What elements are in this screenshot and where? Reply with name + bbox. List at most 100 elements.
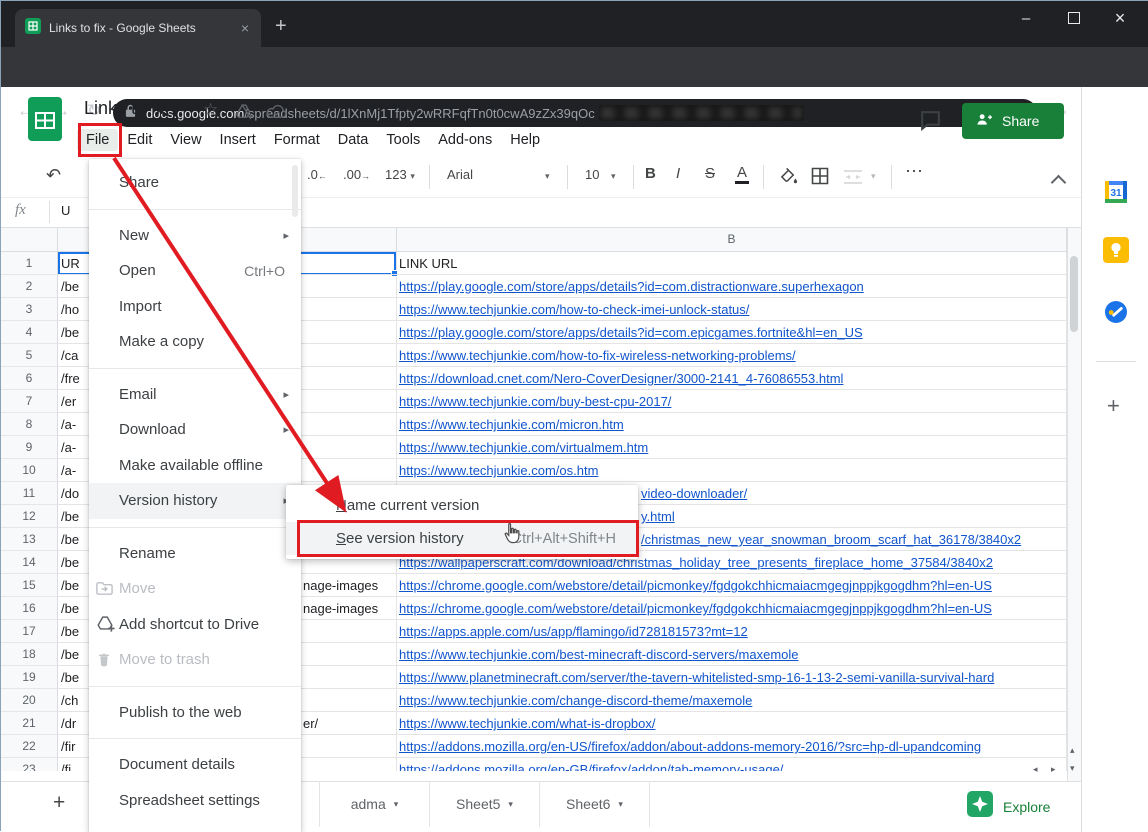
cell-a-fragment[interactable]: /be <box>61 321 89 344</box>
cell-a-fragment[interactable]: /be <box>61 574 89 597</box>
comment-icon[interactable] <box>918 108 943 138</box>
cell-b-link[interactable]: video-downloader/ <box>641 482 1066 505</box>
cell-a-fragment[interactable]: /do <box>61 482 89 505</box>
cell-b-link[interactable]: https://www.techjunkie.com/micron.htm <box>399 413 1066 436</box>
file-menu-item-download[interactable]: Download▸ <box>89 412 301 448</box>
cell-b-link[interactable]: https://chrome.google.com/webstore/detai… <box>399 574 1066 597</box>
row-number[interactable]: 9 <box>1 436 58 459</box>
scroll-down-icon[interactable]: ▾ <box>1070 763 1075 774</box>
strikethrough-button[interactable]: S <box>705 165 715 182</box>
font-size-caret-icon[interactable]: ▾ <box>611 171 616 182</box>
sheet-tab-adma[interactable]: adma▾ <box>319 781 430 827</box>
menu-insert[interactable]: Insert <box>211 129 265 151</box>
window-minimize-button[interactable]: – <box>1009 1 1043 35</box>
calendar-icon[interactable]: 31 <box>1103 179 1129 210</box>
scroll-right-icon[interactable]: ▸ <box>1051 764 1056 775</box>
file-menu-item-make-a-copy[interactable]: Make a copy <box>89 324 301 360</box>
row-number[interactable]: 16 <box>1 597 58 620</box>
cell-a-fragment[interactable]: /a- <box>61 413 89 436</box>
cell-b-link[interactable]: /christmas_new_year_snowman_broom_scarf_… <box>641 528 1066 551</box>
file-menu-item-share[interactable]: Share <box>89 165 301 201</box>
file-menu-item-version-history[interactable]: Version history▸ <box>89 483 301 519</box>
cell-b-link[interactable]: https://www.techjunkie.com/how-to-fix-wi… <box>399 344 1066 367</box>
cell-b-link[interactable]: https://apps.apple.com/us/app/flamingo/i… <box>399 620 1066 643</box>
column-b-header[interactable]: B <box>396 228 1067 252</box>
cell-b-link[interactable]: https://www.techjunkie.com/best-minecraf… <box>399 643 1066 666</box>
row-number[interactable]: 14 <box>1 551 58 574</box>
cell-a-fragment[interactable]: /be <box>61 528 89 551</box>
cell-a-fragment[interactable]: /fir <box>61 735 89 758</box>
cell-a-fragment[interactable]: /ho <box>61 298 89 321</box>
cell-b-link[interactable]: https://download.cnet.com/Nero-CoverDesi… <box>399 367 1066 390</box>
italic-button[interactable]: I <box>676 165 680 182</box>
font-family-select[interactable]: Arial <box>447 167 473 182</box>
star-document-icon[interactable]: ☆ <box>203 100 218 120</box>
window-close-button[interactable]: × <box>1103 1 1137 35</box>
scroll-left-icon[interactable]: ◂ <box>1033 764 1038 775</box>
row-number[interactable]: 15 <box>1 574 58 597</box>
sheet-tab-sheet6[interactable]: Sheet6▾ <box>540 781 650 827</box>
text-color-button[interactable]: A <box>735 164 749 184</box>
keep-icon[interactable] <box>1103 237 1129 268</box>
menu-help[interactable]: Help <box>501 129 549 151</box>
cell-a-fragment[interactable]: /a- <box>61 459 89 482</box>
cell-b-link[interactable]: https://www.techjunkie.com/os.htm <box>399 459 1066 482</box>
cell-b-link[interactable]: https://play.google.com/store/apps/detai… <box>399 275 1066 298</box>
sheets-logo-icon[interactable] <box>27 96 63 147</box>
cell-b-link[interactable]: https://www.techjunkie.com/change-discor… <box>399 689 1066 712</box>
cell-b-link[interactable]: https://www.techjunkie.com/how-to-check-… <box>399 298 1066 321</box>
file-menu-item-email[interactable]: Email▸ <box>89 377 301 413</box>
cell-b-link[interactable]: https://www.techjunkie.com/what-is-dropb… <box>399 712 1066 735</box>
browser-tab[interactable]: Links to fix - Google Sheets × <box>15 9 261 47</box>
file-menu-item-spreadsheet-settings[interactable]: Spreadsheet settings <box>89 783 301 819</box>
cell-b-link[interactable]: https://www.techjunkie.com/buy-best-cpu-… <box>399 390 1066 413</box>
file-menu-item-publish-to-the-web[interactable]: Publish to the web <box>89 695 301 731</box>
tab-close-icon[interactable]: × <box>239 20 251 36</box>
row-number[interactable]: 21 <box>1 712 58 735</box>
row-number[interactable]: 17 <box>1 620 58 643</box>
file-menu-item-open[interactable]: OpenCtrl+O <box>89 253 301 289</box>
cell-a-fragment[interactable]: /be <box>61 643 89 666</box>
row-number[interactable]: 19 <box>1 666 58 689</box>
more-toolbar-icon[interactable]: ⋯ <box>905 161 923 182</box>
cell-b-link[interactable]: https://play.google.com/store/apps/detai… <box>399 321 1066 344</box>
row-number[interactable]: 13 <box>1 528 58 551</box>
number-format-button[interactable]: 123 ▾ <box>385 167 415 182</box>
share-button[interactable]: Share <box>962 103 1064 139</box>
cell-b-link[interactable]: https://addons.mozilla.org/en-US/firefox… <box>399 735 1066 758</box>
cell-a-fragment[interactable]: /fi <box>61 758 89 771</box>
cell-a-fragment[interactable]: /ca <box>61 344 89 367</box>
cell-a-fragment[interactable]: /be <box>61 275 89 298</box>
collapse-toolbar-icon[interactable] <box>1051 175 1067 191</box>
cell-b-link[interactable]: https://www.planetminecraft.com/server/t… <box>399 666 1066 689</box>
file-menu-item-new[interactable]: New▸ <box>89 218 301 254</box>
cell-a-fragment[interactable]: /er <box>61 390 89 413</box>
cell-b-link[interactable]: https://addons.mozilla.org/en-GB/firefox… <box>399 758 1066 771</box>
menu-view[interactable]: View <box>161 129 210 151</box>
row-number[interactable]: 23 <box>1 758 58 771</box>
row-number[interactable]: 10 <box>1 459 58 482</box>
row-number[interactable]: 1 <box>1 252 58 275</box>
cell-a-fragment[interactable]: /be <box>61 505 89 528</box>
cell-a-fragment[interactable]: /be <box>61 666 89 689</box>
menu-add-ons[interactable]: Add-ons <box>429 129 501 151</box>
explore-button[interactable]: Explore <box>967 791 1050 822</box>
document-title[interactable]: Links to fix <box>84 98 169 119</box>
row-number[interactable]: 8 <box>1 413 58 436</box>
sheet-tab-caret-icon[interactable]: ▾ <box>394 799 399 810</box>
file-menu-item-make-available-offline[interactable]: Make available offline <box>89 448 301 484</box>
decrease-decimal-button[interactable]: .0← <box>307 167 327 182</box>
font-size-select[interactable]: 10 <box>585 167 599 182</box>
sheet-tab-caret-icon[interactable]: ▾ <box>618 799 623 810</box>
row-number[interactable]: 4 <box>1 321 58 344</box>
fill-color-icon[interactable] <box>779 166 798 190</box>
cell-b-link[interactable]: y.html <box>641 505 1066 528</box>
row-number[interactable]: 2 <box>1 275 58 298</box>
row-number[interactable]: 7 <box>1 390 58 413</box>
sheet-tab-caret-icon[interactable]: ▾ <box>508 799 513 810</box>
tasks-icon[interactable] <box>1103 299 1129 330</box>
cell-b-link[interactable]: https://www.techjunkie.com/virtualmem.ht… <box>399 436 1066 459</box>
new-tab-button[interactable]: + <box>275 15 287 38</box>
row-number[interactable]: 6 <box>1 367 58 390</box>
cell-a-fragment[interactable]: /be <box>61 620 89 643</box>
